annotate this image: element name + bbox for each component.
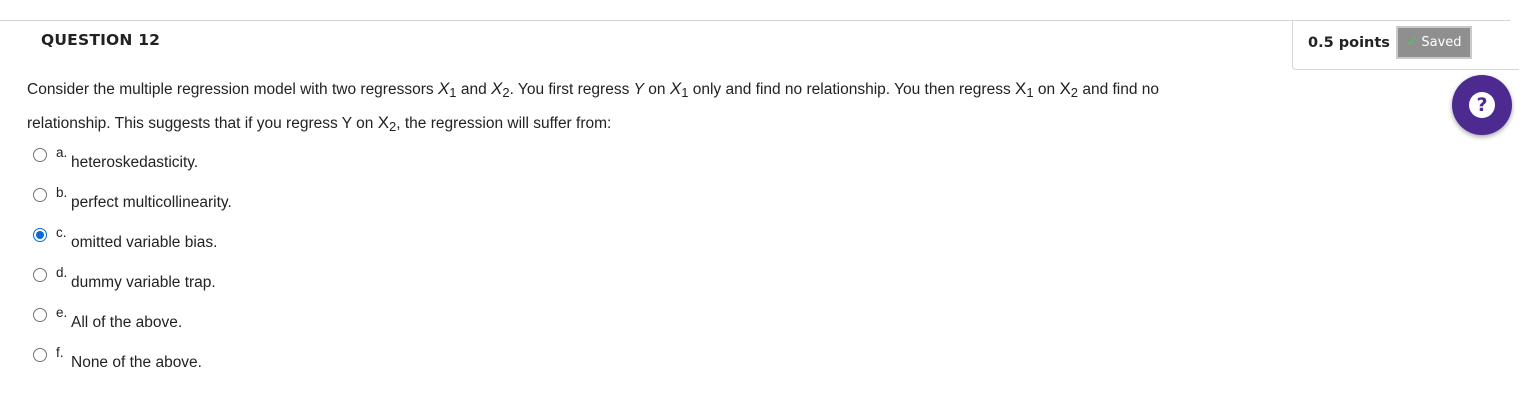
question-text: Consider the multiple regression model w… (27, 79, 1160, 134)
option-letter: b. (56, 185, 68, 200)
check-icon: ✓ (1406, 35, 1418, 50)
option-label[interactable]: dummy variable trap. (71, 274, 216, 292)
option-letter: d. (56, 265, 68, 280)
option-label[interactable]: None of the above. (71, 354, 202, 372)
radio-button[interactable] (33, 188, 47, 202)
answer-option-f[interactable]: f. None of the above. (33, 345, 433, 377)
radio-button[interactable] (33, 228, 47, 242)
question-mark-icon: ? (1469, 92, 1495, 118)
saved-label: Saved (1421, 35, 1462, 50)
option-label[interactable]: omitted variable bias. (71, 234, 217, 252)
question-title: QUESTION 12 (41, 31, 161, 49)
radio-button[interactable] (33, 308, 47, 322)
points-value: 0.5 points (1308, 35, 1390, 51)
radio-button[interactable] (33, 348, 47, 362)
option-letter: a. (56, 145, 68, 160)
option-letter: e. (56, 305, 68, 320)
header-divider (0, 20, 1510, 21)
option-label[interactable]: perfect multicollinearity. (71, 194, 232, 212)
answer-option-d[interactable]: d. dummy variable trap. (33, 265, 433, 297)
saved-status-badge: ✓ Saved (1396, 26, 1472, 59)
answer-option-e[interactable]: e. All of the above. (33, 305, 433, 337)
answer-option-c[interactable]: c. omitted variable bias. (33, 225, 433, 257)
option-label[interactable]: All of the above. (71, 314, 182, 332)
help-button[interactable]: ? (1452, 75, 1512, 135)
radio-button[interactable] (33, 268, 47, 282)
option-letter: f. (56, 345, 64, 360)
radio-button[interactable] (33, 148, 47, 162)
option-letter: c. (56, 225, 67, 240)
option-label[interactable]: heteroskedasticity. (71, 154, 198, 172)
points-panel: 0.5 points ✓ Saved (1292, 21, 1519, 70)
answer-option-b[interactable]: b. perfect multicollinearity. (33, 185, 433, 217)
answer-option-a[interactable]: a. heteroskedasticity. (33, 145, 433, 177)
